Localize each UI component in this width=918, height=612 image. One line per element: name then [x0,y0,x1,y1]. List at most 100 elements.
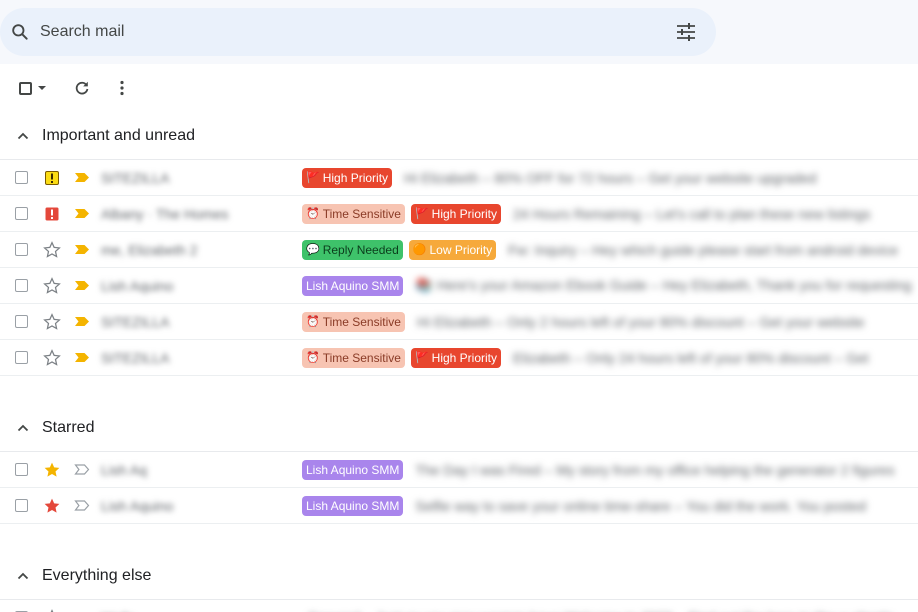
label-emoji: 🟠 [412,244,427,256]
importance-marker-icon[interactable] [74,208,90,220]
label-chip[interactable]: Lish Aquino SMM [302,459,404,480]
email-subject: Elizabeth – Only 24 hours left of your 8… [513,349,869,366]
row-checkbox[interactable] [15,207,28,220]
section-title: Important and unread [42,126,195,144]
sender-name: SITEZILLA [101,313,170,330]
label-chip[interactable]: ⏰ Time Sensitive [302,347,405,368]
label-chip[interactable]: Lish Aquino SMM [302,495,404,516]
chevron-down-icon[interactable] [37,86,46,90]
importance-marker-icon[interactable] [74,500,90,512]
label-text: Lish Aquino SMM [306,278,400,293]
email-row[interactable]: me, Elizabeth 2 💬 Reply Needed 🟠 Low Priorit… [0,232,918,268]
email-subject: Fw: Inquiry – Hey which guide please sta… [508,241,899,258]
label-chip[interactable]: ⏰ Time Sensitive [302,311,405,332]
label-group: Lish Aquino SMM 📚 Here's your Amazon Eboo… [302,275,912,296]
label-chip[interactable]: Lish Aquino SMM [302,275,404,296]
priority-icon[interactable] [42,168,62,188]
label-text: High Priority [322,170,389,185]
star-icon[interactable] [42,312,62,332]
chevron-up-icon[interactable] [12,132,34,140]
label-text: Time Sensitive [322,350,401,365]
importance-marker-icon[interactable] [74,352,90,364]
importance-marker-icon[interactable] [74,244,90,256]
more-vert-icon [120,80,124,96]
section-title: Starred [42,418,95,436]
email-row[interactable]: Lish Aq Lish Aquino SMM The Day I was Fire… [0,452,918,488]
importance-marker-icon[interactable] [74,464,90,476]
search-bar[interactable]: Search mail [0,8,716,56]
email-row[interactable]: SITEZILLA 🚩 High Priority Hi Elizabeth – 80… [0,160,918,196]
label-group: ⏰ Time Sensitive 🚩 High Priority 24 Hours Re… [302,203,871,224]
sender-name: SITEZILLA [101,169,170,186]
section-header[interactable]: Important and unread [0,112,918,160]
star-icon[interactable] [42,276,62,296]
sender-name: me, Elizabeth 2 [101,241,198,258]
label-group: 💬 Reply Needed 🟠 Low Priority Fw: Inquiry – … [302,239,899,260]
sender-name: Lish Aquino [101,277,174,294]
star-icon[interactable] [42,240,62,260]
row-checkbox[interactable] [15,243,28,256]
search-input[interactable]: Search mail [40,23,672,41]
star-icon[interactable] [42,496,62,516]
row-checkbox[interactable] [15,351,28,364]
label-text: Low Priority [429,242,493,257]
row-checkbox[interactable] [15,463,28,476]
email-subject: 📚 Here's your Amazon Ebook Guide – Hey E… [415,277,912,293]
section-header[interactable]: Starred [0,404,918,452]
email-row[interactable]: WellsSecured – Just as you may want to h… [0,600,918,612]
email-row[interactable]: Lish Aquino Lish Aquino SMM 📚 Here's your … [0,268,918,304]
email-row[interactable]: Albany · The Homes ⏰ Time Sensitive 🚩 High P… [0,196,918,232]
email-subject: Selfie way to save your online time-shar… [415,497,867,514]
importance-marker-icon[interactable] [74,280,90,292]
label-emoji: 🚩 [414,208,429,220]
email-row[interactable]: SITEZILLA ⏰ Time Sensitive Hi Elizabeth – O… [0,304,918,340]
label-text: High Priority [431,350,498,365]
label-chip[interactable]: 🟠 Low Priority [408,239,497,260]
star-icon[interactable] [42,460,62,480]
label-chip[interactable]: 🚩 High Priority [410,347,502,368]
row-checkbox[interactable] [15,171,28,184]
label-group: ⏰ Time Sensitive Hi Elizabeth – Only 2 hou… [302,311,865,332]
label-chip[interactable]: ⏰ Time Sensitive [302,203,405,224]
chevron-up-icon[interactable] [12,424,34,432]
more-options-button[interactable] [102,72,142,104]
label-chip[interactable]: 🚩 High Priority [302,167,393,188]
label-emoji: ⏰ [306,316,320,328]
label-group: Lish Aquino SMM Selfie way to save your o… [302,495,867,516]
priority-icon[interactable] [42,204,62,224]
email-row[interactable]: Lish Aquino Lish Aquino SMM Selfie way to … [0,488,918,524]
select-all-checkbox[interactable] [18,81,32,95]
row-checkbox[interactable] [15,315,28,328]
label-chip[interactable]: 💬 Reply Needed [302,239,403,260]
refresh-icon [75,81,89,95]
section-header[interactable]: Everything else [0,552,918,600]
search-icon[interactable] [0,8,40,56]
email-row[interactable]: SITEZILLA ⏰ Time Sensitive 🚩 High Priority El… [0,340,918,376]
label-emoji: 🚩 [414,352,429,364]
email-subject: Hi Elizabeth – 80% OFF for 72 hours – Ge… [404,169,817,186]
email-subject: The Day I was Fired – My story from my o… [415,461,895,478]
sections: Important and unread SITEZILLA 🚩 High Prior… [0,112,918,612]
sender-name: Lish Aquino [101,497,174,514]
chevron-up-icon[interactable] [12,572,34,580]
search-options-icon[interactable] [672,18,700,46]
importance-marker-icon[interactable] [74,316,90,328]
label-group: 🚩 High Priority Hi Elizabeth – 80% OFF for… [302,167,817,188]
email-subject: Hi Elizabeth – Only 2 hours left of your… [416,313,865,330]
importance-marker-icon[interactable] [74,172,90,184]
star-icon[interactable] [42,348,62,368]
label-emoji: 🚩 [306,172,320,184]
row-checkbox[interactable] [15,279,28,292]
mail-list-panel: Important and unread SITEZILLA 🚩 High Prior… [0,64,918,612]
label-emoji: 💬 [306,244,320,256]
row-checkbox[interactable] [15,499,28,512]
star-icon[interactable] [42,608,62,612]
select-all-button[interactable] [12,72,52,104]
label-group: ⏰ Time Sensitive 🚩 High Priority Elizabeth –… [302,347,869,368]
label-text: Lish Aquino SMM [306,462,400,477]
refresh-button[interactable] [62,72,102,104]
label-group: Lish Aquino SMM The Day I was Fired – My … [302,459,895,480]
sender-name: SITEZILLA [101,349,170,366]
label-chip[interactable]: 🚩 High Priority [410,203,502,224]
